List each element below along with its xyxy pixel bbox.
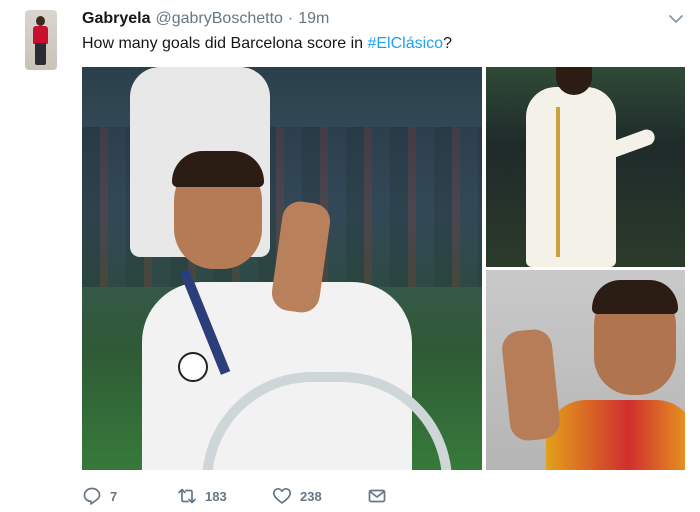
direct-message-button[interactable] [367,486,387,506]
tweet-text-suffix: ? [443,35,452,52]
header-separator: · [287,10,294,27]
hashtag-link[interactable]: #ElClásico [367,35,443,52]
photo-training-vest [546,400,685,470]
photo-player-hair [172,151,264,187]
photo-three-fingers-hand [500,327,562,443]
tweet-media-grid [82,67,685,470]
tweet-header: Gabryela @gabryBoschetto · 19m [82,10,329,30]
author-avatar[interactable] [25,10,57,70]
tweet-text-prefix: How many goals did Barcelona score in [82,35,368,52]
author-name[interactable]: Gabryela [82,10,150,28]
retweet-button[interactable]: 183 [177,486,272,506]
avatar-figure-legs [35,43,46,65]
reply-button[interactable]: 7 [82,486,177,506]
tweet-actions: 7 183 238 [82,484,387,508]
author-handle[interactable]: @gabryBoschetto [155,10,282,28]
photo-player-kit [526,87,616,267]
media-photo-3[interactable] [486,270,685,470]
photo-player-hair [592,280,678,314]
photo-badge-ball [178,352,208,382]
media-photo-2[interactable] [486,67,685,267]
tweet-text: How many goals did Barcelona score in #E… [82,35,452,53]
avatar-figure-body [33,26,48,44]
photo-kit-stripe [556,107,560,257]
reply-icon [82,486,102,506]
tweet-timestamp[interactable]: 19m [298,10,329,28]
retweet-icon [177,486,197,506]
like-count: 238 [300,488,322,504]
retweet-count: 183 [205,488,227,504]
avatar-figure-head [36,16,45,26]
media-photo-1[interactable] [82,67,482,470]
reply-count: 7 [110,488,118,504]
envelope-icon [367,486,387,506]
chevron-down-icon[interactable] [668,12,684,24]
heart-icon [272,486,292,506]
like-button[interactable]: 238 [272,486,367,506]
